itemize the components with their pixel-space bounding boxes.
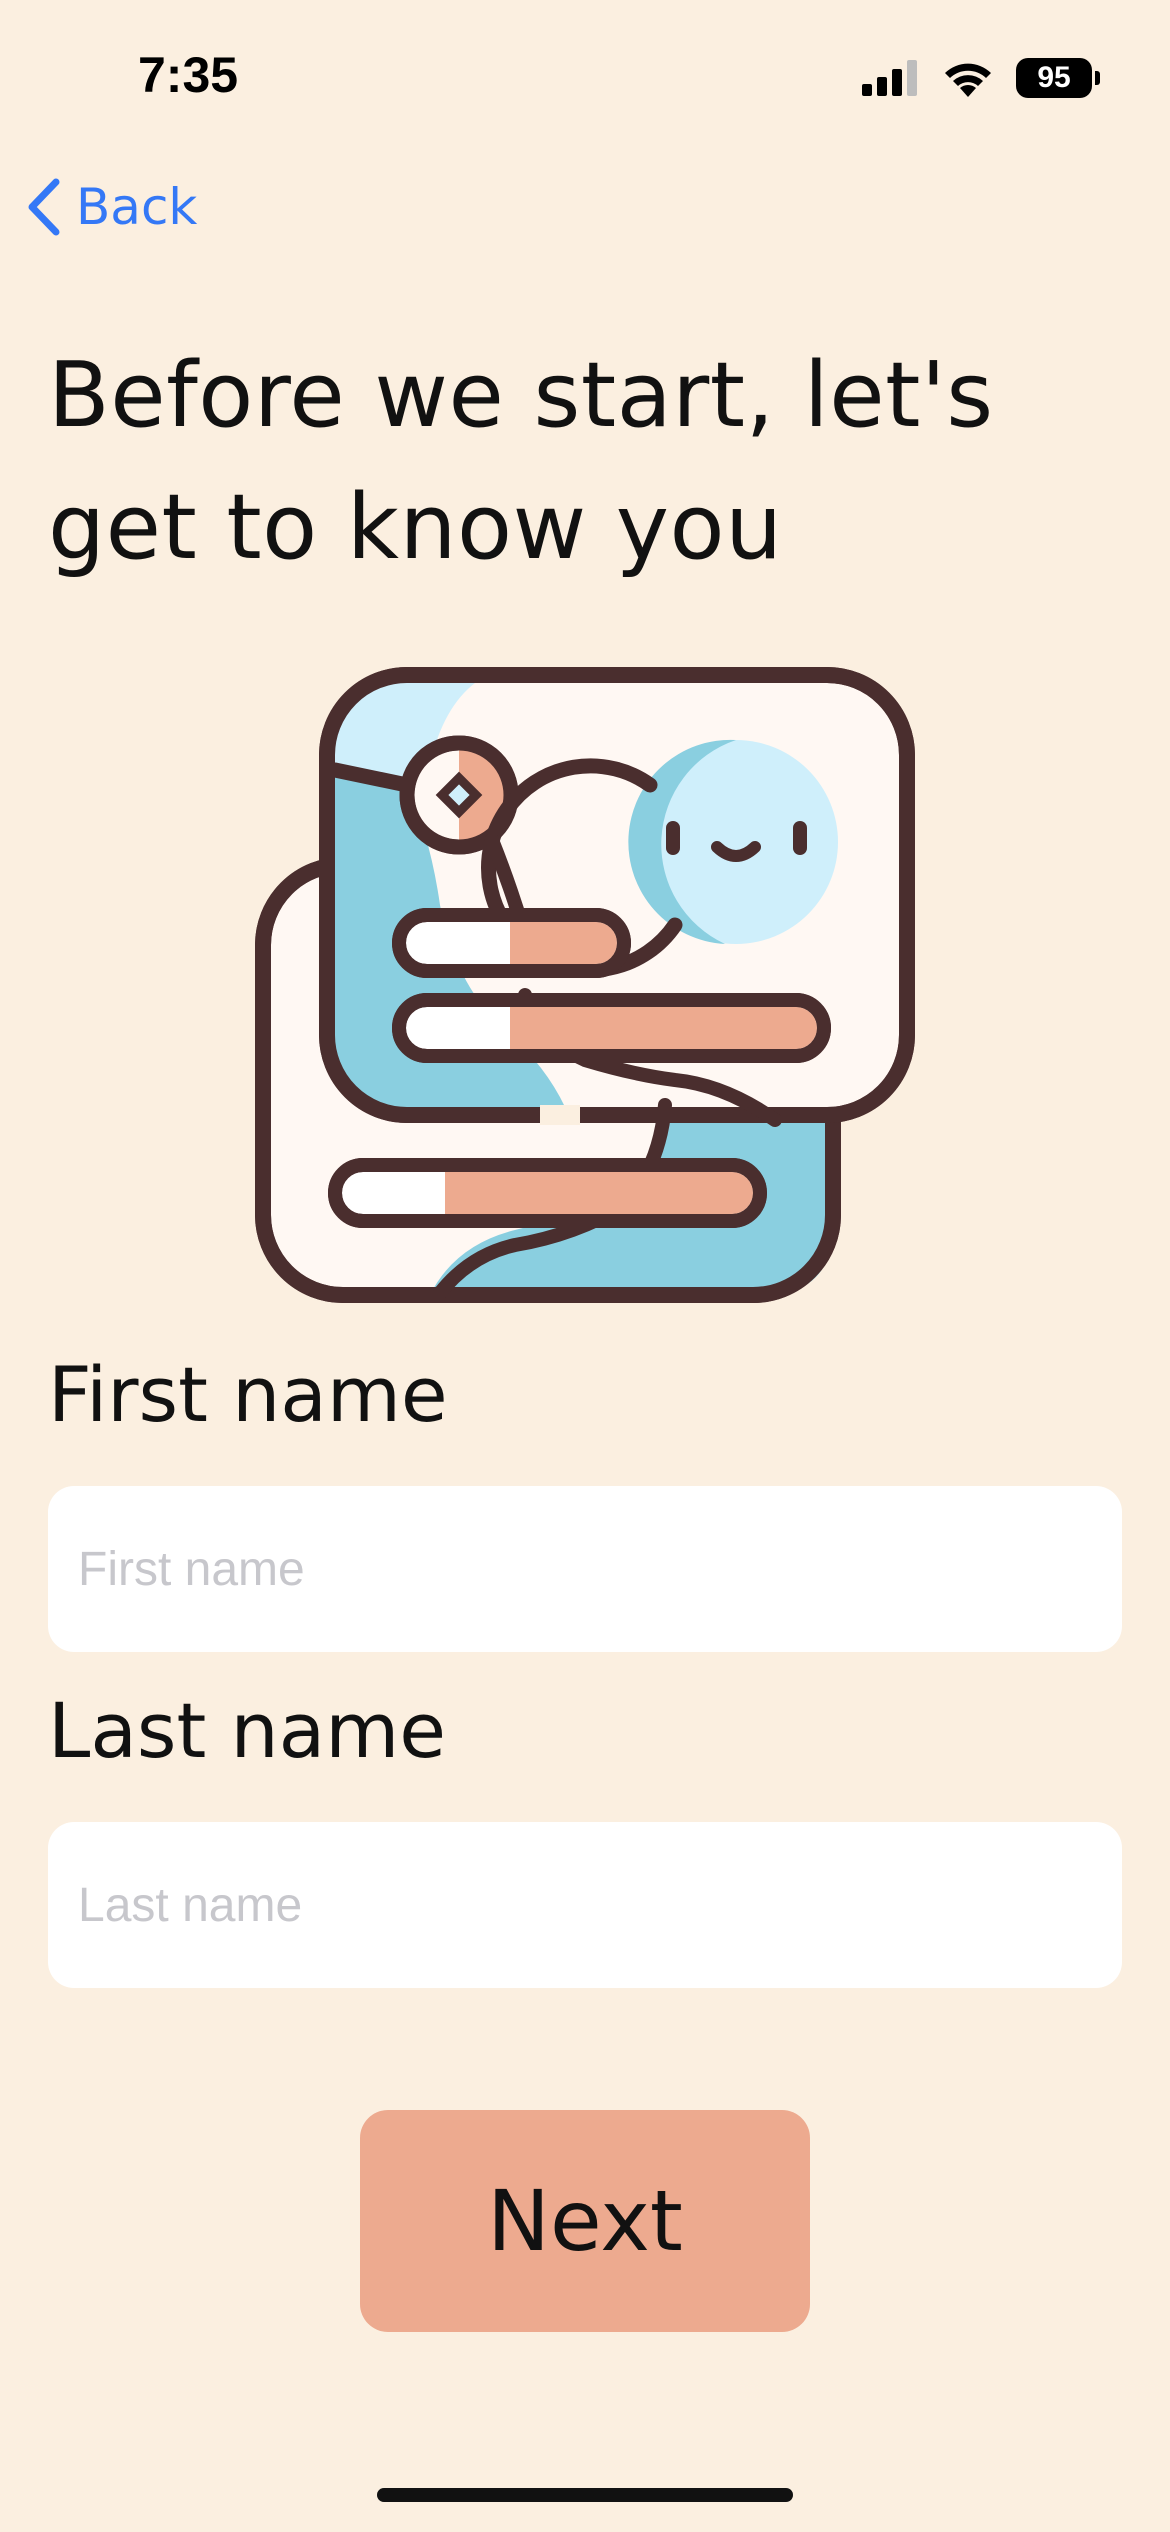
back-button[interactable]: Back: [26, 172, 197, 242]
cellular-signal-icon: [862, 60, 917, 96]
next-button[interactable]: Next: [360, 2110, 810, 2332]
last-name-label: Last name: [48, 1686, 446, 1775]
status-indicators: 95: [862, 56, 1100, 100]
first-name-label: First name: [48, 1350, 448, 1439]
page-title: Before we start, let's get to know you: [48, 343, 994, 580]
back-label: Back: [76, 178, 198, 236]
first-name-input[interactable]: [48, 1486, 1122, 1652]
last-name-input[interactable]: [48, 1822, 1122, 1988]
next-button-label: Next: [487, 2172, 683, 2270]
battery-level: 95: [1037, 61, 1071, 94]
status-time: 7:35: [138, 47, 239, 103]
status-bar: 7:35 95: [0, 0, 1170, 150]
battery-indicator: 95: [1016, 58, 1100, 98]
chevron-left-icon: [28, 178, 60, 236]
wifi-icon: [945, 63, 991, 97]
home-indicator: [377, 2488, 793, 2502]
profile-card-illustration: [255, 667, 915, 1303]
